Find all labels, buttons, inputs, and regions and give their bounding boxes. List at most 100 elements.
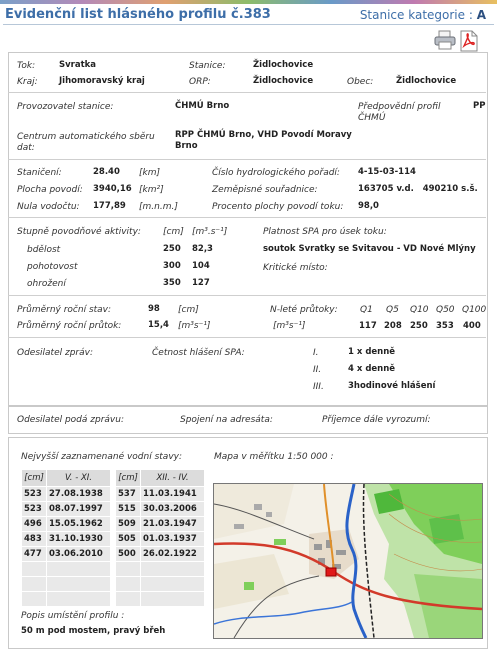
cislo-label: Číslo hydrologického pořadí: <box>212 168 340 178</box>
q5-value: 208 <box>384 321 402 331</box>
staniceni-unit: [km] <box>139 168 161 178</box>
table-cell <box>46 576 111 592</box>
procento-value: 98,0 <box>358 201 379 211</box>
centrum-value-2: Brno <box>175 141 198 151</box>
page-title: Evidenční list hlásného profilu č.383 <box>5 7 271 22</box>
station-category: Stanice kategorie : A <box>360 8 486 22</box>
table-cell: 01.03.1937 <box>140 531 205 547</box>
table-cell: 31.10.1930 <box>46 531 111 547</box>
table-row <box>115 561 205 577</box>
kraj-label: Kraj: <box>17 77 38 87</box>
table-cell: 483 <box>21 531 47 547</box>
centrum-label-1: Centrum automatického sběru <box>17 132 155 142</box>
spa-level-cm: 300 <box>163 261 181 271</box>
popis-label: Popis umístění profilu : <box>21 611 125 621</box>
q1-value: 117 <box>359 321 377 331</box>
table-cell: 08.07.1997 <box>46 501 111 517</box>
table-cell <box>46 561 111 577</box>
q50-value: 353 <box>436 321 454 331</box>
prumer-prutok-value: 15,4 <box>148 320 169 330</box>
mapa-title: Mapa v měřítku 1:50 000 : <box>214 452 334 462</box>
nejvyssi-title: Nejvyšší zaznamenané vodní stavy: <box>21 452 182 462</box>
platnost-label: Platnost SPA pro úsek toku: <box>263 227 387 237</box>
table-row <box>21 561 111 577</box>
prijemce-label: Příjemce dále vyrozumí: <box>322 415 431 425</box>
table-row <box>21 576 111 592</box>
section-divider <box>8 217 486 218</box>
stanice-label: Stanice: <box>189 61 226 71</box>
q50-label: Q50 <box>436 305 455 315</box>
table-row: 496 15.05.1962 <box>21 516 111 532</box>
q100-value: 400 <box>463 321 481 331</box>
provozovatel-value: ČHMÚ Brno <box>175 101 230 111</box>
table-cell <box>21 576 47 592</box>
prumer-stav-unit: [cm] <box>178 305 199 315</box>
table-row: 505 01.03.1937 <box>115 531 205 547</box>
table-row: 515 30.03.2006 <box>115 501 205 517</box>
predpoved-label-2: ČHMÚ <box>358 113 386 123</box>
prumer-stav-value: 98 <box>148 304 160 314</box>
cetnost-value: 3hodinové hlášení <box>348 381 436 391</box>
spa-unit-cm: [cm] <box>163 227 184 237</box>
orp-value: Židlochovice <box>253 76 314 86</box>
procento-label: Procento plochy povodí toku: <box>212 202 344 212</box>
stanice-value: Židlochovice <box>253 60 314 70</box>
table-cell <box>115 591 141 607</box>
platnost-value: soutok Svratky se Svitavou - VD Nové Mlý… <box>263 244 476 254</box>
station-category-label: Stanice kategorie : <box>359 8 473 22</box>
predpoved-label-1: Předpovědní profil <box>358 102 441 112</box>
spa-level-q: 82,3 <box>192 244 213 254</box>
centrum-label-2: dat: <box>17 143 35 153</box>
records-header: [cm] <box>115 469 141 487</box>
kraj-value: Jihomoravský kraj <box>59 76 145 86</box>
nula-value: 177,89 <box>93 201 126 211</box>
cetnost-roman: III. <box>313 382 324 392</box>
table-cell: 496 <box>21 516 47 532</box>
table-cell <box>115 576 141 592</box>
table-row: 483 31.10.1930 <box>21 531 111 547</box>
printer-icon[interactable] <box>434 30 456 53</box>
cetnost-roman: II. <box>313 365 322 375</box>
table-row: 477 03.06.2010 <box>21 546 111 562</box>
table-cell <box>115 561 141 577</box>
table-row: 523 08.07.1997 <box>21 501 111 517</box>
table-cell: 500 <box>115 546 141 562</box>
q10-label: Q10 <box>410 305 429 315</box>
cislo-value: 4-15-03-114 <box>358 167 416 177</box>
table-cell <box>46 591 111 607</box>
page-header: Evidenční list hlásného profilu č.383 St… <box>0 4 497 25</box>
staniceni-value: 28.40 <box>93 167 120 177</box>
obec-value: Židlochovice <box>396 76 457 86</box>
section-divider <box>8 337 486 338</box>
table-cell: 11.03.1941 <box>140 486 205 502</box>
odesilatel-poda-label: Odesilatel podá zprávu: <box>17 415 124 425</box>
orp-label: ORP: <box>189 77 211 87</box>
table-cell: 537 <box>115 486 141 502</box>
table-cell: 523 <box>21 501 47 517</box>
topographic-map[interactable] <box>213 483 483 639</box>
table-cell <box>140 561 205 577</box>
spa-unit-q: [m³.s⁻¹] <box>192 227 228 237</box>
table-row <box>115 576 205 592</box>
tok-label: Tok: <box>17 61 36 71</box>
spa-level-name: pohotovost <box>27 262 78 272</box>
table-cell: 21.03.1947 <box>140 516 205 532</box>
records-header: V. - XI. <box>46 469 111 487</box>
section-divider <box>8 159 486 160</box>
cetnost-value: 1 x denně <box>348 347 396 357</box>
records-table-winter: [cm] XII. - IV. 537 11.03.1941 515 30.03.2… <box>115 469 205 607</box>
section-divider <box>8 92 486 93</box>
staniceni-label: Staničení: <box>17 168 62 178</box>
table-cell: 15.05.1962 <box>46 516 111 532</box>
table-cell: 509 <box>115 516 141 532</box>
table-cell <box>140 576 205 592</box>
nula-unit: [m.n.m.] <box>139 202 178 212</box>
provozovatel-label: Provozovatel stanice: <box>17 102 114 112</box>
stupne-label: Stupně povodňové aktivity: <box>17 227 141 237</box>
q100-label: Q100 <box>462 305 487 315</box>
spa-level-name: bdělost <box>27 245 61 255</box>
table-cell <box>140 591 205 607</box>
spa-level-q: 127 <box>192 278 210 288</box>
spa-level-q: 104 <box>192 261 210 271</box>
tok-value: Svratka <box>59 60 97 70</box>
